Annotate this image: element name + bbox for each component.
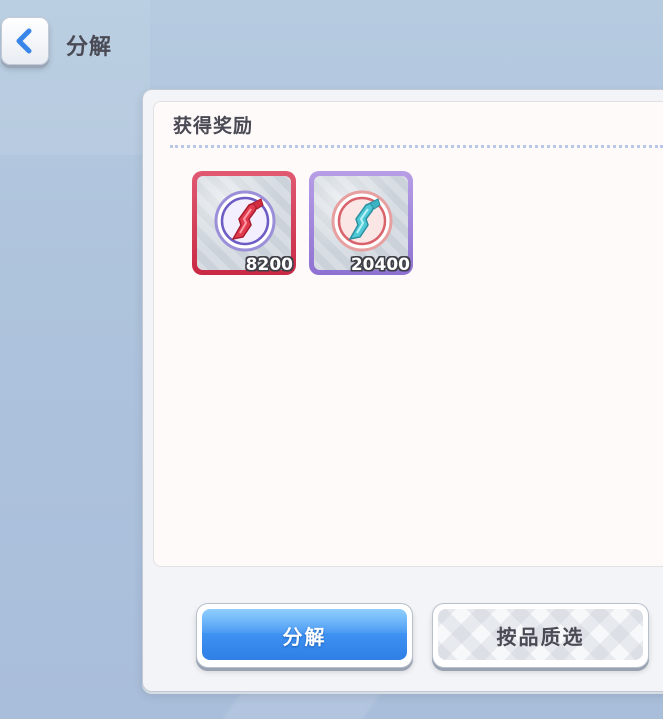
reward-item-purple[interactable]: 20400 <box>309 171 413 275</box>
reward-item-red[interactable]: 8200 <box>192 171 296 275</box>
red-fragment-icon <box>213 189 277 257</box>
reward-count: 8200 <box>245 255 293 275</box>
teal-fragment-icon <box>330 189 394 257</box>
chevron-left-icon <box>14 28 36 54</box>
filter-button-label: 按品质选 <box>496 625 585 649</box>
rewards-section-title: 获得奖励 <box>173 115 254 137</box>
decompose-button[interactable]: 分解 <box>196 603 413 668</box>
decompose-button-label: 分解 <box>282 625 327 649</box>
back-button[interactable] <box>1 17 49 65</box>
filter-by-rarity-button[interactable]: 按品质选 <box>432 603 649 668</box>
dotted-divider <box>170 145 663 148</box>
decompose-screen: 分解 获得奖励 8200 20400 分解 按品质选 <box>0 0 663 719</box>
page-title: 分解 <box>66 35 113 60</box>
reward-count: 20400 <box>350 255 410 275</box>
